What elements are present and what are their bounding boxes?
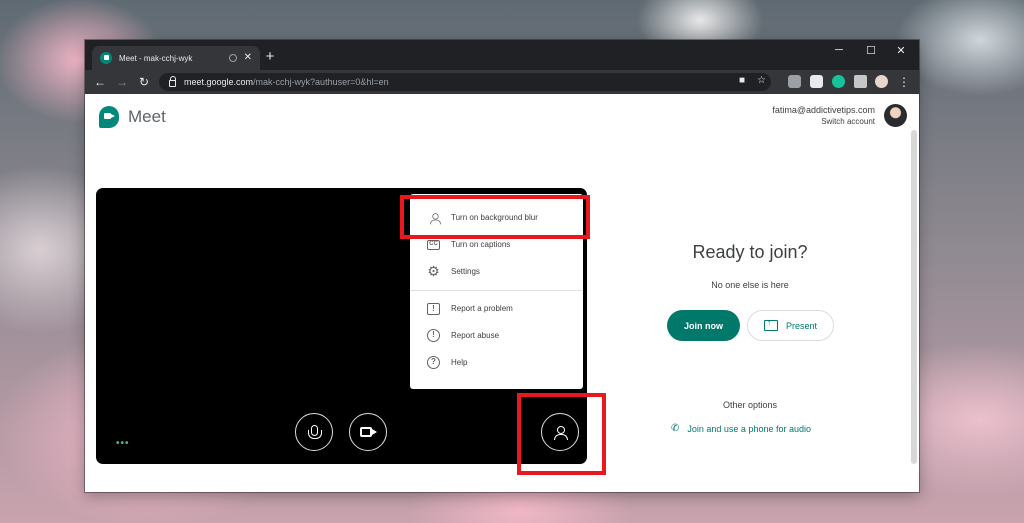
minimize-button[interactable]: ─: [829, 44, 849, 56]
url-host: meet.google.com: [184, 77, 254, 87]
drive-icon[interactable]: [788, 75, 801, 88]
meet-page: Meet fatima@addictivetips.com Switch acc…: [85, 94, 919, 492]
menu-item-label: Turn on captions: [451, 240, 511, 249]
join-panel: Ready to join? No one else is here: [645, 242, 855, 290]
menu-divider: [410, 290, 583, 291]
tab-strip: Meet - mak-cchj-wyk ✕ + ─ ☐ ✕: [85, 40, 919, 70]
ready-title: Ready to join?: [692, 242, 808, 262]
join-buttons: Join now Present: [667, 310, 834, 341]
scrollbar[interactable]: [911, 130, 917, 464]
menu-item-settings[interactable]: ⚙ Settings: [410, 258, 583, 285]
phone-audio-label: Join and use a phone for audio: [687, 423, 811, 434]
tab-title: Meet - mak-cchj-wyk: [119, 53, 193, 63]
recording-indicator-icon: [228, 54, 237, 62]
phone-audio-link[interactable]: ✆ Join and use a phone for audio: [671, 423, 811, 434]
report-problem-icon: !: [427, 302, 440, 315]
browser-window: Meet - mak-cchj-wyk ✕ + ─ ☐ ✕ ← → ↻ meet…: [85, 40, 919, 492]
other-options-label: Other options: [722, 400, 778, 410]
profile-avatar-icon[interactable]: [875, 75, 888, 88]
url-path: /mak-cchj-wyk?authuser=0&hl=en: [253, 77, 389, 87]
meet-favicon-icon: [100, 52, 112, 64]
meet-logo[interactable]: Meet: [99, 106, 166, 128]
menu-item-label: Settings: [451, 267, 480, 276]
menu-item-report-abuse[interactable]: ! Report abuse: [410, 322, 583, 349]
account-info: fatima@addictivetips.com Switch account: [772, 105, 875, 126]
maximize-button[interactable]: ☐: [861, 44, 881, 57]
lock-icon: [169, 75, 176, 87]
captions-icon: CC: [427, 238, 440, 251]
highlight-box-menu: [400, 195, 590, 239]
present-button[interactable]: Present: [747, 310, 834, 341]
microphone-button[interactable]: [295, 413, 333, 451]
gear-icon: ⚙: [427, 263, 440, 279]
camera-icon: [360, 427, 377, 437]
help-icon: ?: [427, 356, 440, 369]
menu-item-label: Report a problem: [451, 304, 513, 313]
address-bar[interactable]: meet.google.com /mak-cchj-wyk?authuser=0…: [159, 73, 771, 91]
join-now-button[interactable]: Join now: [667, 310, 740, 341]
microphone-icon: [307, 424, 322, 439]
meet-logo-icon: [99, 106, 119, 128]
account-email: fatima@addictivetips.com: [772, 105, 875, 115]
grammarly-icon[interactable]: [832, 75, 845, 88]
browser-toolbar: ← → ↻ meet.google.com /mak-cchj-wyk?auth…: [85, 70, 919, 94]
audio-level-indicator: •••: [116, 438, 130, 449]
present-screen-icon: [763, 318, 778, 331]
menu-item-report-problem[interactable]: ! Report a problem: [410, 295, 583, 322]
switch-account-link[interactable]: Switch account: [772, 117, 875, 126]
camera-icon[interactable]: ■: [739, 75, 745, 86]
present-label: Present: [785, 320, 818, 331]
back-button[interactable]: ←: [92, 74, 108, 90]
new-tab-button[interactable]: +: [262, 49, 278, 64]
report-abuse-icon: !: [427, 329, 440, 342]
browser-tab[interactable]: Meet - mak-cchj-wyk ✕: [92, 46, 260, 70]
avatar[interactable]: [884, 104, 907, 127]
puzzle-icon[interactable]: [854, 75, 867, 88]
camera-button[interactable]: [349, 413, 387, 451]
tab-close-icon[interactable]: ✕: [244, 53, 252, 63]
close-window-button[interactable]: ✕: [891, 44, 911, 57]
menu-item-label: Help: [451, 358, 468, 367]
menu-dots-icon[interactable]: ⋮: [896, 74, 912, 90]
note-icon[interactable]: [810, 75, 823, 88]
logo-text: Meet: [128, 107, 166, 126]
ready-subtitle: No one else is here: [711, 280, 789, 290]
highlight-box-blur-button: [517, 393, 606, 475]
reload-button[interactable]: ↻: [136, 74, 152, 90]
phone-icon: ✆: [671, 423, 680, 434]
star-icon[interactable]: ☆: [757, 75, 766, 86]
menu-item-label: Report abuse: [451, 331, 500, 340]
forward-button[interactable]: →: [114, 74, 130, 90]
menu-item-help[interactable]: ? Help: [410, 349, 583, 376]
